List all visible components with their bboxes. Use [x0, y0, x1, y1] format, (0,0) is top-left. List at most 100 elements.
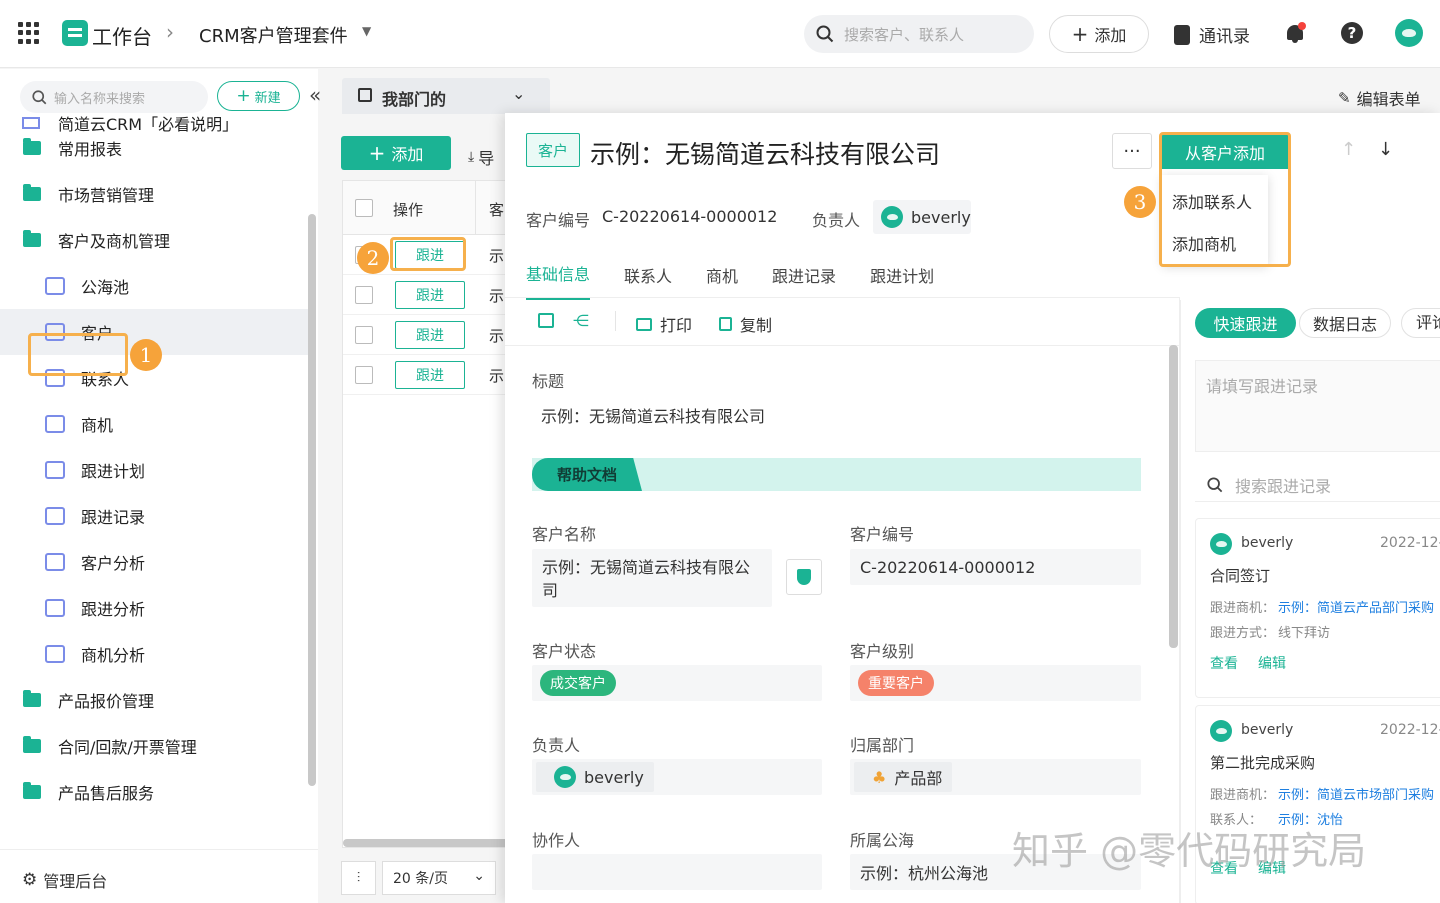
- sidebar-item[interactable]: 公海池: [0, 263, 308, 309]
- follow-input[interactable]: 请填写跟进记录: [1195, 360, 1440, 452]
- owner-field: beverly: [532, 759, 822, 795]
- share-link-icon[interactable]: [538, 313, 554, 328]
- watermark: 知乎 @零代码研究局: [1012, 829, 1367, 873]
- dept-chip[interactable]: ♣ 产品部: [854, 762, 953, 792]
- record-title: 第二批完成采购: [1210, 754, 1316, 772]
- search-icon: [816, 25, 834, 43]
- table-row[interactable]: 跟进 示: [343, 275, 511, 315]
- tab-detail[interactable]: 商机: [706, 263, 738, 299]
- sidebar-item[interactable]: 跟进计划: [0, 447, 308, 493]
- detail-scrollbar[interactable]: [1169, 345, 1178, 648]
- tab-detail[interactable]: 跟进计划: [870, 263, 934, 299]
- module-icon: [45, 415, 65, 433]
- collapse-sidebar-icon[interactable]: «: [309, 83, 321, 107]
- breadcrumb-app[interactable]: CRM客户管理套件: [199, 22, 348, 48]
- sidebar-item[interactable]: 产品报价管理: [0, 677, 308, 723]
- row-checkbox[interactable]: [355, 326, 373, 344]
- sidebar-item[interactable]: 常用报表: [0, 125, 308, 171]
- edit-record-link[interactable]: 编辑: [1258, 653, 1286, 673]
- share-icon[interactable]: ⋲: [573, 311, 589, 330]
- bell-icon[interactable]: [1285, 22, 1306, 44]
- tab-quick-follow[interactable]: 快速跟进: [1195, 308, 1296, 338]
- tab-detail[interactable]: 基础信息: [526, 261, 591, 300]
- verify-shield-button[interactable]: [786, 559, 822, 595]
- address-book-icon: [1174, 24, 1190, 45]
- follow-search[interactable]: 搜索跟进记录: [1195, 468, 1440, 502]
- user-avatar[interactable]: [1395, 19, 1423, 47]
- edit-form-button[interactable]: ✎ 编辑表单: [1338, 86, 1421, 110]
- copy-button[interactable]: 复制: [719, 312, 772, 336]
- sidebar-item[interactable]: 商机分析: [0, 631, 308, 677]
- list-header: 操作 客: [343, 181, 511, 235]
- global-search[interactable]: 搜索客户、联系人: [804, 15, 1034, 53]
- tab-data-log[interactable]: 数据日志: [1299, 308, 1391, 338]
- pool-label: 所属公海: [850, 831, 915, 850]
- top-add-button[interactable]: + 添加: [1049, 15, 1149, 53]
- global-search-placeholder: 搜索客户、联系人: [844, 25, 965, 44]
- sidebar-item-label: 商机分析: [81, 646, 146, 665]
- module-icon: [45, 645, 65, 663]
- follow-button[interactable]: 跟进: [395, 281, 465, 309]
- record-field-link[interactable]: 示例：简道云市场部门采购: [1278, 784, 1434, 803]
- sidebar-item[interactable]: 客户及商机管理: [0, 217, 308, 263]
- record-type-tag: 客户: [526, 133, 580, 167]
- contacts-button[interactable]: 通讯录: [1174, 22, 1250, 47]
- row-checkbox[interactable]: [355, 366, 373, 384]
- sidebar-item[interactable]: 客户分析: [0, 539, 308, 585]
- owner-field-chip[interactable]: beverly: [536, 762, 654, 792]
- list-hscrollbar[interactable]: [343, 839, 511, 847]
- export-label: 导: [478, 149, 495, 168]
- sidebar-item[interactable]: 跟进记录: [0, 493, 308, 539]
- sidebar-item-label: 公海池: [81, 278, 130, 297]
- page-nav-icon[interactable]: ⫶: [341, 861, 376, 895]
- row-checkbox[interactable]: [355, 286, 373, 304]
- sidebar-item-label: 跟进记录: [81, 508, 146, 527]
- more-button[interactable]: ···: [1112, 133, 1152, 169]
- tab-comment[interactable]: 评论: [1401, 308, 1440, 338]
- apps-grid-icon[interactable]: [18, 22, 40, 44]
- export-button[interactable]: ⤓ 导: [468, 145, 494, 169]
- help-doc-tab[interactable]: 帮助文档: [532, 458, 642, 491]
- view-selector[interactable]: 我部门的 ⌄: [342, 78, 550, 114]
- sidebar-item[interactable]: 合同/回款/开票管理: [0, 723, 308, 769]
- select-all-checkbox[interactable]: [355, 199, 373, 217]
- tab-detail[interactable]: 跟进记录: [772, 263, 836, 299]
- record-field-link[interactable]: 示例：简道云产品部门采购: [1278, 597, 1434, 616]
- print-button[interactable]: 打印: [636, 312, 692, 336]
- owner-field-value: beverly: [584, 767, 644, 787]
- code-label: 客户编号: [526, 211, 591, 230]
- help-icon[interactable]: ?: [1341, 22, 1363, 44]
- follow-button[interactable]: 跟进: [395, 321, 465, 349]
- folder-icon: [23, 736, 41, 753]
- prev-record-icon[interactable]: ↑: [1341, 139, 1356, 160]
- sidebar-item[interactable]: 市场营销管理: [0, 171, 308, 217]
- sidebar-item[interactable]: 跟进分析: [0, 585, 308, 631]
- cust-name-label: 客户名称: [532, 525, 597, 544]
- sidebar-item[interactable]: 产品售后服务: [0, 769, 308, 815]
- workspace-link[interactable]: 工作台: [92, 21, 152, 50]
- owner-chip[interactable]: beverly: [873, 200, 971, 234]
- page-size-select[interactable]: 20 条/页 ⌄: [382, 861, 496, 895]
- app-dropdown-icon[interactable]: ▼: [362, 24, 371, 38]
- collab-field[interactable]: [532, 854, 822, 890]
- sidebar-search-placeholder: 输入名称来搜索: [54, 91, 146, 107]
- tab-detail[interactable]: 联系人: [624, 263, 672, 299]
- admin-button[interactable]: ⚙ 管理后台: [22, 868, 107, 892]
- row-customer-cell: 示: [489, 287, 505, 305]
- annotation-badge-2: 2: [357, 242, 389, 274]
- follow-input-placeholder: 请填写跟进记录: [1206, 377, 1319, 396]
- table-row[interactable]: 跟进 示: [343, 355, 511, 395]
- next-record-icon[interactable]: ↓: [1378, 139, 1393, 160]
- list-add-button[interactable]: + 添加: [341, 136, 451, 170]
- sidebar-new-button[interactable]: + 新建: [217, 81, 300, 111]
- follow-button[interactable]: 跟进: [395, 361, 465, 389]
- table-row[interactable]: 跟进 示: [343, 315, 511, 355]
- sidebar-scrollbar[interactable]: [308, 214, 316, 786]
- sidebar-item[interactable]: 商机: [0, 401, 308, 447]
- divider: [505, 345, 1179, 346]
- dept-field: ♣ 产品部: [850, 759, 1141, 795]
- sidebar-search[interactable]: 输入名称来搜索: [20, 81, 208, 113]
- level-label: 客户级别: [850, 642, 915, 661]
- avatar: [1210, 720, 1232, 742]
- view-record-link[interactable]: 查看: [1210, 653, 1238, 673]
